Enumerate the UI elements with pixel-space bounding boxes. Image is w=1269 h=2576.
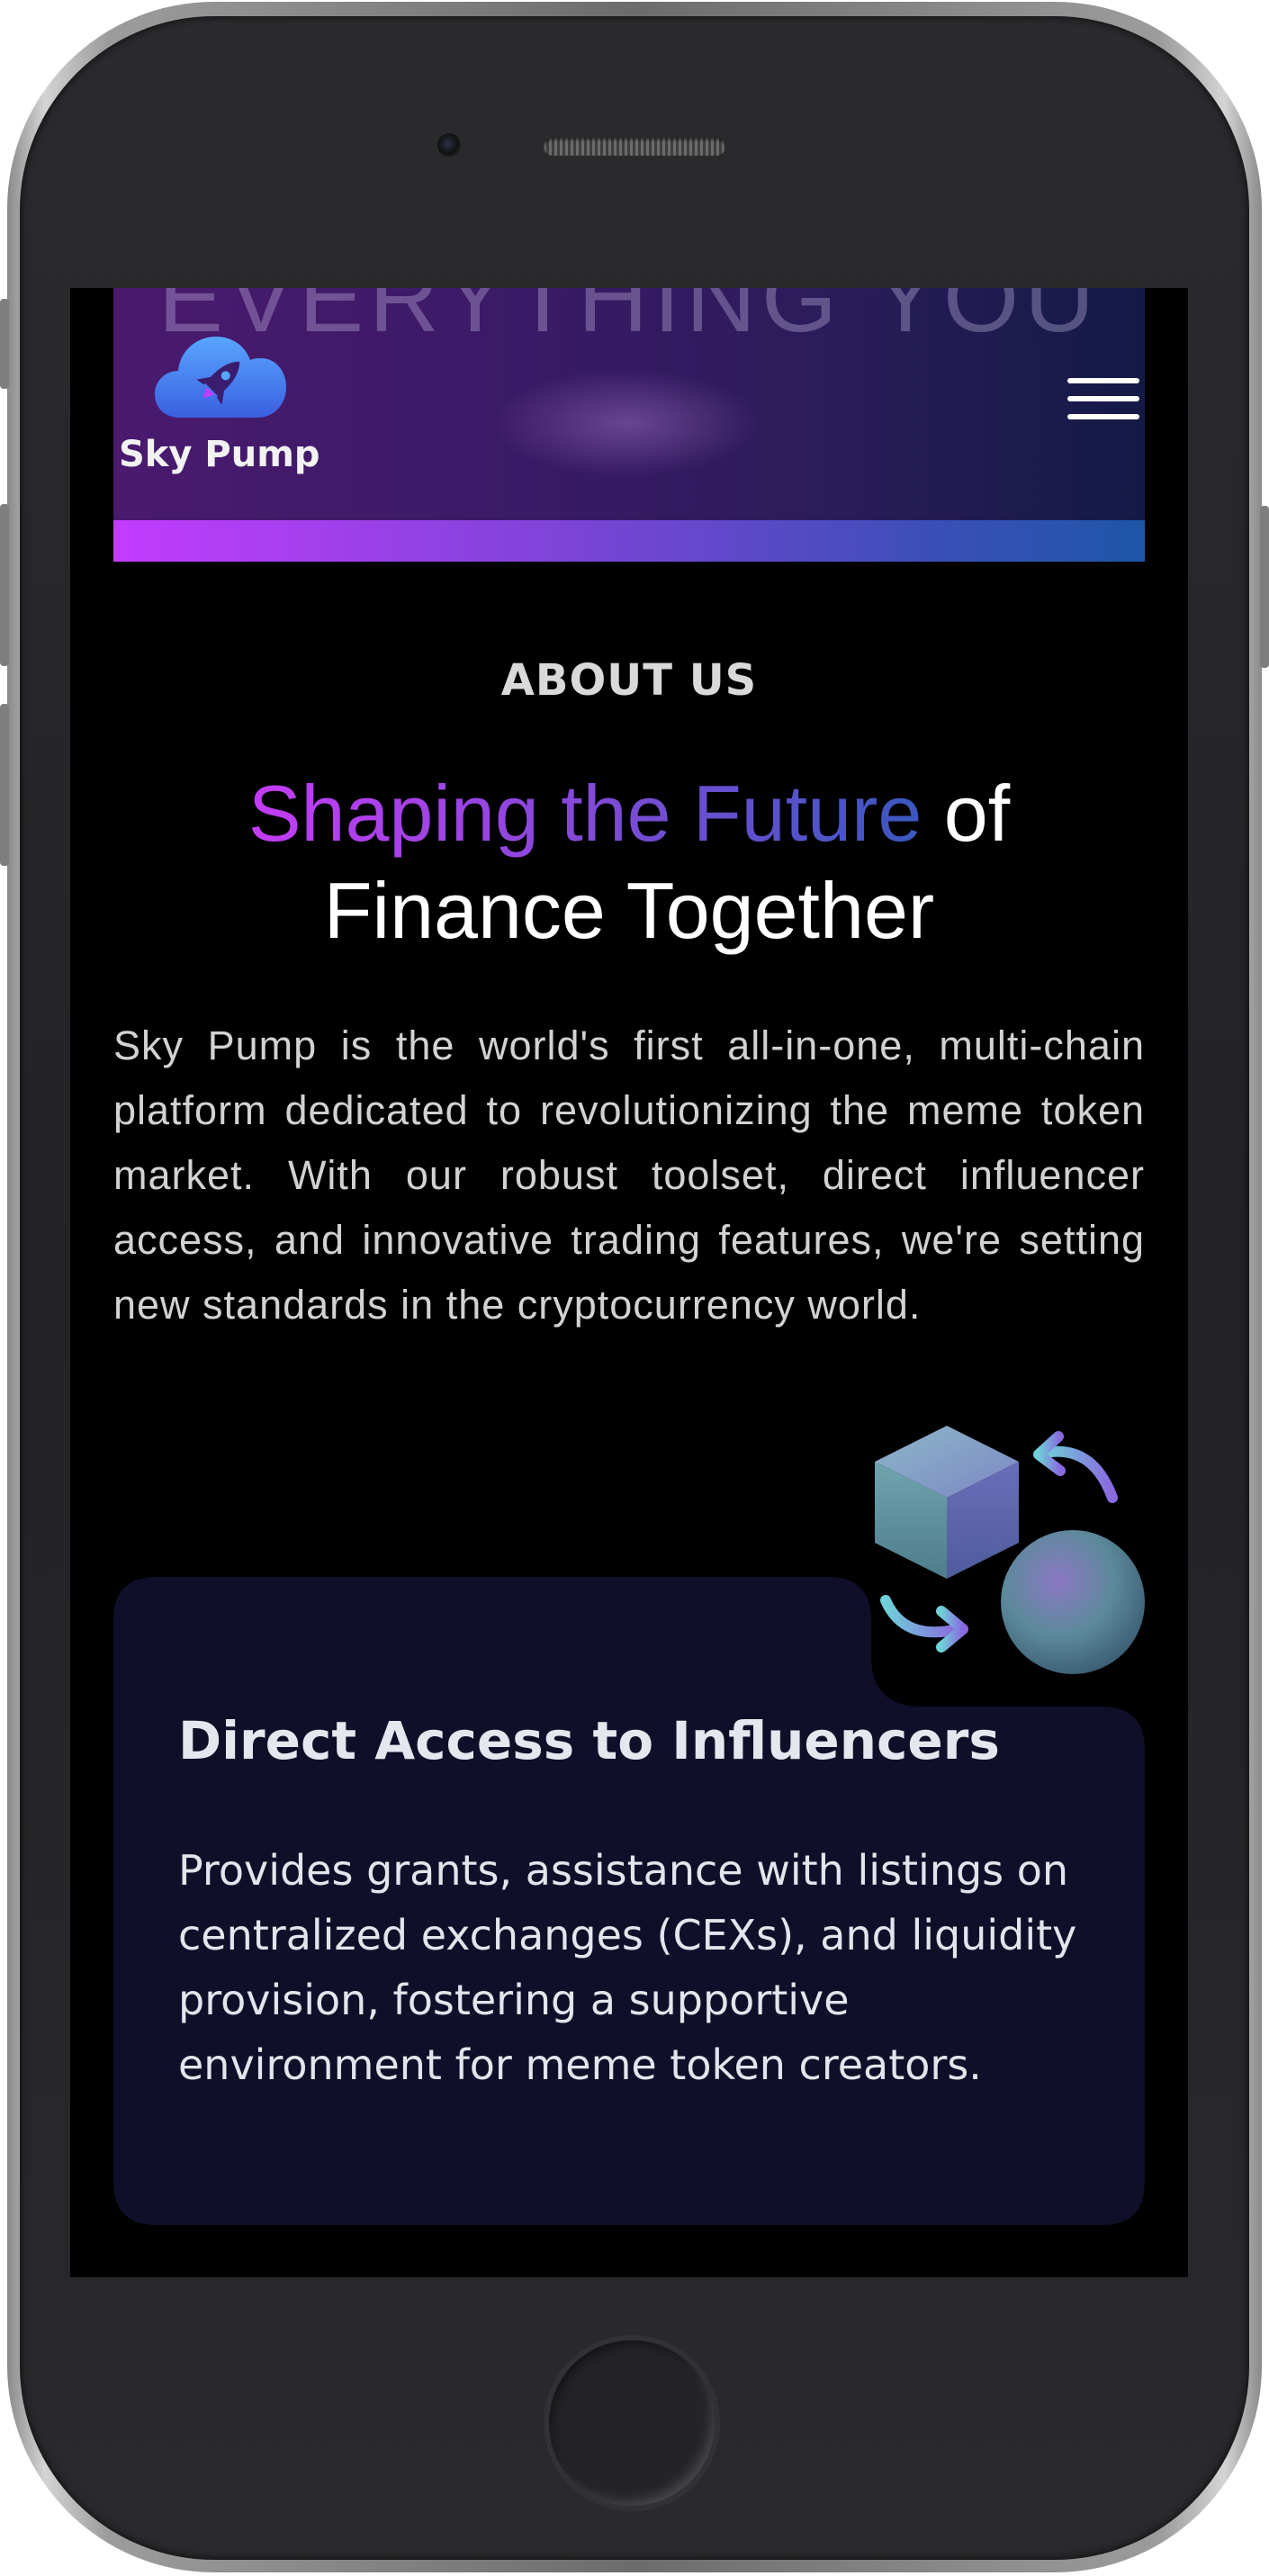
power-button [1260,506,1269,668]
hamburger-menu-icon[interactable] [1067,378,1139,430]
heading-text: of [922,769,1011,858]
cube-sphere-exchange-icon [875,1426,1145,1674]
menu-line [1067,378,1139,383]
feature-card-body: Provides grants, assistance with listing… [178,1846,1077,2089]
section-label: ABOUT US [500,655,758,706]
brand-logo[interactable]: Sky Pump [113,331,320,493]
menu-line [1067,396,1139,401]
menu-line [1067,414,1139,419]
front-camera-icon [437,133,461,157]
heading-text-line-2: Finance Together [323,866,935,955]
volume-up-button [0,504,9,666]
top-navbar: Sky Pump [70,288,1188,520]
section-heading: Shaping the Future of Finance Together [113,765,1145,959]
volume-down-button [0,704,9,866]
feature-card: Direct Access to Influencers Provides gr… [113,1426,1145,2225]
brand-name: Sky Pump [119,434,320,475]
earpiece-speaker [544,138,725,156]
heading-highlight: Shaping the Future [248,769,922,858]
phone-screen: EVERYTHING YOU Sky Pump ABOUT US Shaping… [70,288,1188,2277]
cloud-rocket-icon [155,337,286,418]
mute-switch [0,299,9,389]
hero-accent-bar [113,520,1145,562]
about-paragraph: Sky Pump is the world's first all-in-one… [113,1022,1145,1328]
home-button[interactable] [544,2335,720,2511]
feature-card-title: Direct Access to Influencers [178,1710,1000,1771]
